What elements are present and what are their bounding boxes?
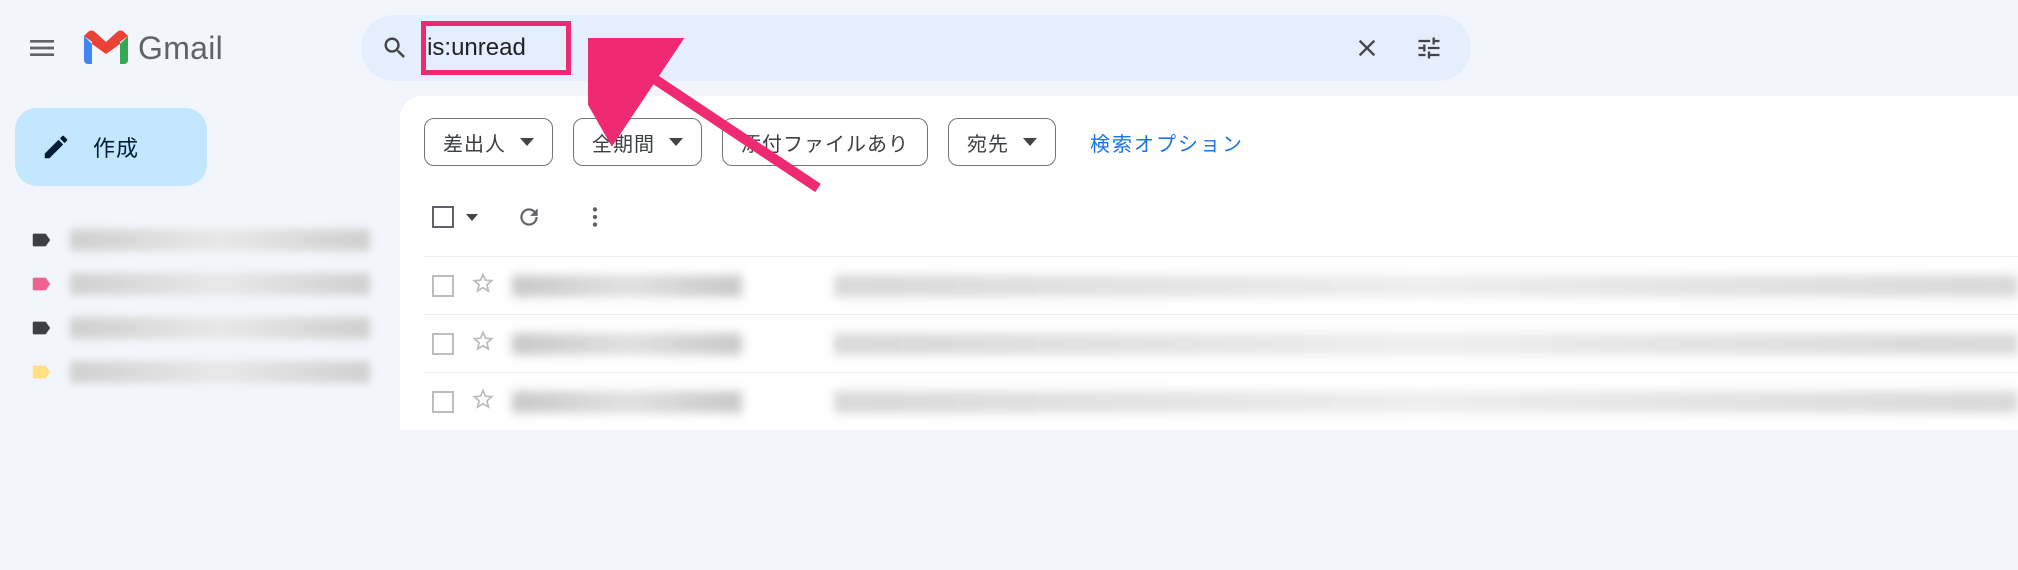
main-panel: 差出人 全期間 添付ファイルあり 宛先 検索オプション bbox=[400, 96, 2018, 430]
chip-to[interactable]: 宛先 bbox=[948, 118, 1056, 166]
star-outline-icon bbox=[470, 270, 496, 296]
more-button[interactable] bbox=[580, 202, 610, 232]
search-icon bbox=[381, 34, 409, 62]
gmail-wordmark: Gmail bbox=[138, 30, 223, 67]
chip-sender-label: 差出人 bbox=[443, 128, 506, 157]
subject-redacted bbox=[834, 275, 2018, 297]
mail-toolbar bbox=[424, 202, 2018, 232]
mail-row[interactable] bbox=[424, 372, 2018, 430]
search-bar[interactable] bbox=[361, 15, 1471, 81]
row-checkbox[interactable] bbox=[432, 333, 454, 355]
chip-to-label: 宛先 bbox=[967, 128, 1009, 157]
sidebar-labels bbox=[0, 218, 400, 394]
chip-sender[interactable]: 差出人 bbox=[424, 118, 553, 166]
sidebar-label-item[interactable] bbox=[30, 350, 400, 394]
search-input[interactable] bbox=[419, 28, 1345, 68]
gmail-logo[interactable]: Gmail bbox=[80, 28, 223, 68]
sender-redacted bbox=[512, 333, 742, 355]
checkbox-icon bbox=[432, 206, 454, 228]
label-name-redacted bbox=[70, 229, 370, 251]
star-button[interactable] bbox=[470, 270, 496, 301]
search-options-link[interactable]: 検索オプション bbox=[1090, 128, 1244, 157]
mail-list bbox=[424, 256, 2018, 430]
chevron-down-icon bbox=[1023, 138, 1037, 146]
star-outline-icon bbox=[470, 386, 496, 412]
hamburger-icon bbox=[26, 32, 58, 64]
refresh-button[interactable] bbox=[514, 202, 544, 232]
label-name-redacted bbox=[70, 361, 370, 383]
pencil-icon bbox=[41, 132, 71, 162]
filter-chip-row: 差出人 全期間 添付ファイルあり 宛先 検索オプション bbox=[424, 118, 2018, 166]
more-vert-icon bbox=[582, 204, 608, 230]
mail-row[interactable] bbox=[424, 256, 2018, 314]
tune-icon bbox=[1415, 34, 1443, 62]
label-icon bbox=[30, 361, 52, 383]
close-icon bbox=[1353, 34, 1381, 62]
star-button[interactable] bbox=[470, 328, 496, 359]
chip-time-range[interactable]: 全期間 bbox=[573, 118, 702, 166]
mail-row[interactable] bbox=[424, 314, 2018, 372]
row-checkbox[interactable] bbox=[432, 391, 454, 413]
chevron-down-icon bbox=[520, 138, 534, 146]
sender-redacted bbox=[512, 275, 742, 297]
chip-has-attachment-label: 添付ファイルあり bbox=[741, 128, 909, 157]
label-icon bbox=[30, 273, 52, 295]
chevron-down-icon bbox=[466, 214, 478, 221]
compose-button[interactable]: 作成 bbox=[15, 108, 207, 186]
subject-redacted bbox=[834, 391, 2018, 413]
sidebar-label-item[interactable] bbox=[30, 306, 400, 350]
label-name-redacted bbox=[70, 273, 370, 295]
header-bar: Gmail bbox=[0, 0, 2018, 96]
sidebar-label-item[interactable] bbox=[30, 218, 400, 262]
chevron-down-icon bbox=[669, 138, 683, 146]
compose-label: 作成 bbox=[93, 131, 139, 163]
gmail-m-icon bbox=[80, 28, 132, 68]
label-icon bbox=[30, 229, 52, 251]
sidebar: 作成 bbox=[0, 96, 400, 430]
label-name-redacted bbox=[70, 317, 370, 339]
chip-time-range-label: 全期間 bbox=[592, 128, 655, 157]
subject-redacted bbox=[834, 333, 2018, 355]
sender-redacted bbox=[512, 391, 742, 413]
refresh-icon bbox=[516, 204, 542, 230]
star-button[interactable] bbox=[470, 386, 496, 417]
star-outline-icon bbox=[470, 328, 496, 354]
row-checkbox[interactable] bbox=[432, 275, 454, 297]
search-options-button[interactable] bbox=[1407, 26, 1451, 70]
label-icon bbox=[30, 317, 52, 339]
clear-search-button[interactable] bbox=[1345, 26, 1389, 70]
main-menu-button[interactable] bbox=[18, 24, 66, 72]
select-all-checkbox[interactable] bbox=[432, 206, 478, 228]
sidebar-label-item[interactable] bbox=[30, 262, 400, 306]
chip-has-attachment[interactable]: 添付ファイルあり bbox=[722, 118, 928, 166]
